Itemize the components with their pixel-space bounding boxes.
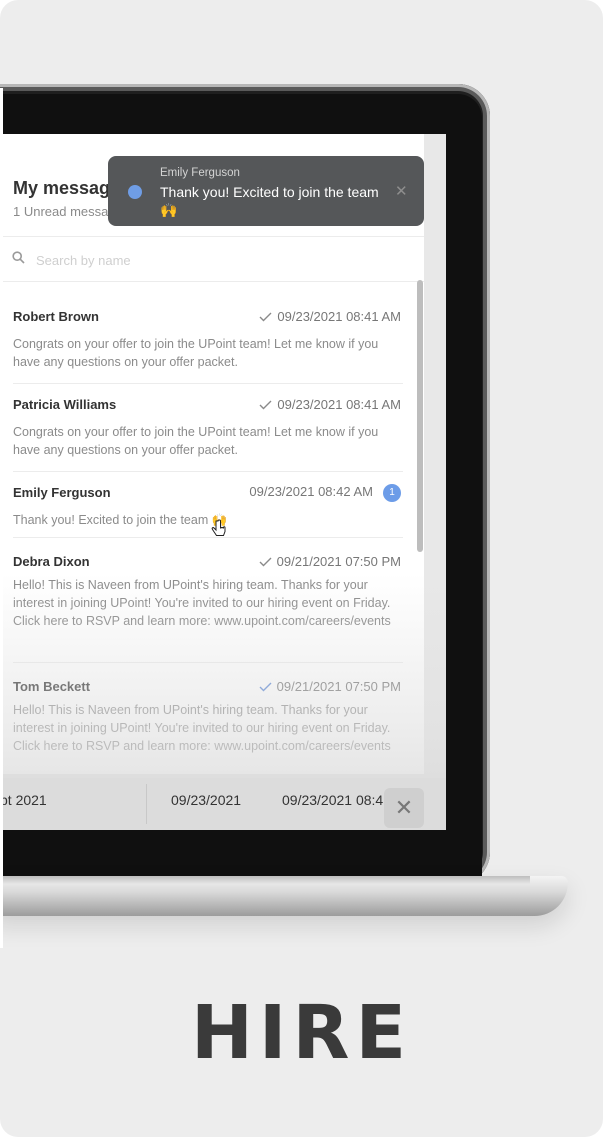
message-thread-unread[interactable]: Emily Ferguson 09/23/2021 08:42 AM 1 Than… bbox=[13, 484, 403, 538]
check-icon bbox=[259, 310, 272, 325]
scrollbar-thumb[interactable] bbox=[417, 280, 423, 552]
message-time: 09/21/2021 07:50 PM bbox=[276, 679, 401, 694]
section-heading: HIRE bbox=[191, 990, 412, 1076]
check-icon bbox=[259, 398, 272, 413]
search-input[interactable] bbox=[34, 248, 398, 272]
message-thread[interactable]: Robert Brown 09/23/2021 08:41 AM Congrat… bbox=[13, 309, 403, 384]
promo-card: My messages 1 Unread messages Robert Bro… bbox=[0, 0, 603, 1137]
message-preview: Hello! This is Naveen from UPoint's hiri… bbox=[13, 703, 391, 753]
toast-sender: Emily Ferguson bbox=[160, 167, 240, 179]
chat-bubble-icon bbox=[128, 185, 142, 199]
message-preview: Congrats on your offer to join the UPoin… bbox=[13, 425, 379, 457]
hand-pointer-icon bbox=[211, 519, 227, 544]
date-cell: 09/23/2021 08:4 bbox=[282, 792, 384, 808]
sender-name: Debra Dixon bbox=[13, 554, 90, 569]
message-thread[interactable]: Patricia Williams 09/23/2021 08:41 AM Co… bbox=[13, 397, 403, 472]
check-icon bbox=[259, 680, 272, 695]
message-preview: Thank you! Excited to join the team 🙌 bbox=[13, 513, 228, 527]
card-edge bbox=[0, 88, 3, 948]
scrollbar[interactable] bbox=[416, 280, 424, 774]
divider bbox=[146, 784, 147, 824]
message-time: 09/23/2021 08:41 AM bbox=[277, 309, 401, 324]
message-time: 09/23/2021 08:41 AM bbox=[277, 397, 401, 412]
background-date-row: pt 2021 09/23/2021 09/23/2021 08:4 bbox=[0, 778, 446, 830]
message-meta: 09/23/2021 08:41 AM bbox=[259, 397, 401, 413]
close-icon[interactable]: ✕ bbox=[395, 182, 408, 200]
sender-name: Patricia Williams bbox=[13, 397, 117, 412]
search-icon bbox=[12, 251, 25, 269]
message-meta: 09/21/2021 07:50 PM bbox=[259, 554, 401, 570]
sender-name: Robert Brown bbox=[13, 309, 99, 324]
sender-name: Emily Ferguson bbox=[13, 485, 111, 500]
laptop-screen: My messages 1 Unread messages Robert Bro… bbox=[0, 134, 446, 830]
message-preview: Congrats on your offer to join the UPoin… bbox=[13, 337, 379, 369]
message-meta: 09/23/2021 08:41 AM bbox=[259, 309, 401, 325]
toast-message: Thank you! Excited to join the team 🙌 bbox=[160, 184, 379, 218]
laptop-hinge bbox=[0, 876, 530, 884]
search-bar[interactable] bbox=[0, 236, 424, 282]
close-icon[interactable]: ✕ bbox=[384, 788, 424, 828]
message-thread[interactable]: Tom Beckett 09/21/2021 07:50 PM Hello! T… bbox=[13, 679, 403, 779]
unread-count-badge: 1 bbox=[383, 484, 401, 502]
message-meta: 09/21/2021 07:50 PM bbox=[259, 679, 401, 695]
message-meta: 09/23/2021 08:42 AM 1 bbox=[249, 484, 401, 502]
messages-panel: My messages 1 Unread messages Robert Bro… bbox=[0, 134, 424, 774]
message-preview: Hello! This is Naveen from UPoint's hiri… bbox=[13, 578, 391, 628]
message-time: 09/23/2021 08:42 AM bbox=[249, 484, 373, 499]
sender-name: Tom Beckett bbox=[13, 679, 91, 694]
check-icon bbox=[259, 555, 272, 570]
message-time: 09/21/2021 07:50 PM bbox=[276, 554, 401, 569]
notification-toast[interactable]: Emily Ferguson Thank you! Excited to joi… bbox=[108, 156, 424, 226]
date-cell: pt 2021 bbox=[0, 792, 47, 808]
message-thread[interactable]: Debra Dixon 09/21/2021 07:50 PM Hello! T… bbox=[13, 554, 403, 663]
date-cell: 09/23/2021 bbox=[171, 792, 242, 808]
